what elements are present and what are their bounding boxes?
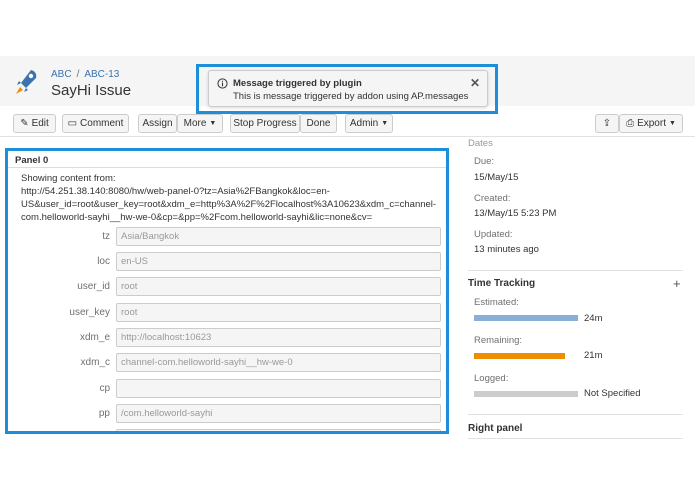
updated-label: Updated: (474, 229, 513, 240)
chevron-down-icon: ▼ (668, 120, 676, 127)
estimated-value: 24m (584, 313, 603, 324)
due-label: Due: (474, 156, 495, 167)
due-value: 15/May/15 (474, 172, 519, 183)
share-button[interactable]: ⇪ (595, 114, 619, 133)
export-icon: ⎙ (626, 118, 635, 129)
sidebar-divider (468, 438, 683, 439)
done-button[interactable]: Done (300, 114, 337, 133)
export-button[interactable]: ⎙ Export ▼ (619, 114, 683, 133)
admin-button[interactable]: Admin ▼ (345, 114, 393, 133)
content-line: US&user_id=root&user_key=root&xdm_e=http… (21, 199, 437, 210)
comment-button[interactable]: ▭ Comment (62, 114, 129, 133)
chevron-down-icon: ▼ (209, 120, 217, 127)
remaining-bar (474, 353, 565, 359)
param-row-lic: lic (8, 429, 446, 434)
breadcrumb-separator: / (76, 69, 80, 80)
web-panel-0: Panel 0 Showing content from: http://54.… (5, 148, 449, 434)
updated-value: 13 minutes ago (474, 244, 539, 255)
plus-icon[interactable]: + (673, 276, 681, 291)
param-label: loc (97, 256, 110, 267)
pp-input[interactable] (116, 404, 441, 423)
panel-divider (8, 167, 446, 168)
param-row-user-id: user_id (8, 277, 446, 296)
param-label: user_id (77, 281, 110, 292)
lic-input[interactable] (116, 429, 441, 431)
content-line: http://54.251.38.140:8080/hw/web-panel-0… (21, 186, 330, 197)
param-label: xdm_c (80, 357, 110, 368)
created-value: 13/May/15 5:23 PM (474, 208, 557, 219)
dates-heading: Dates (468, 138, 493, 149)
param-label: lic (101, 433, 110, 434)
assign-button[interactable]: Assign (138, 114, 177, 133)
param-row-tz: tz (8, 227, 446, 246)
time-tracking-heading: Time Tracking (468, 278, 536, 289)
param-row-user-key: user_key (8, 303, 446, 322)
loc-input[interactable] (116, 252, 441, 271)
project-avatar-icon[interactable] (13, 68, 39, 96)
user-key-input[interactable] (116, 303, 441, 322)
param-label: pp (98, 408, 110, 419)
issue-sidebar: Dates Due: 15/May/15 Created: 13/May/15 … (468, 134, 688, 494)
param-label: tz (102, 231, 110, 242)
breadcrumb-project-link[interactable]: ABC (51, 69, 72, 80)
created-label: Created: (474, 193, 511, 204)
param-label: xdm_e (79, 332, 110, 343)
sidebar-divider (468, 270, 683, 271)
user-id-input[interactable] (116, 277, 441, 296)
param-row-xdm-c: xdm_c (8, 353, 446, 372)
panel-title: Panel 0 (15, 155, 49, 166)
content-line: com.helloworld-sayhi__hw-we-0&cp=&pp=%2F… (21, 212, 373, 223)
right-panel-heading: Right panel (468, 423, 523, 434)
issue-toolbar: ✎ Edit ▭ Comment Assign More ▼ Stop Progres… (0, 114, 695, 134)
logged-label: Logged: (474, 373, 509, 384)
breadcrumb-issue-link[interactable]: ABC-13 (84, 69, 119, 80)
param-label: cp (99, 383, 110, 394)
xdm-c-input[interactable] (116, 353, 441, 372)
content-line: Showing content from: (21, 173, 116, 184)
remaining-value: 21m (584, 350, 603, 361)
cp-input[interactable] (116, 379, 441, 398)
flag-highlight-box (196, 64, 498, 114)
share-icon: ⇪ (602, 118, 612, 129)
more-button[interactable]: More ▼ (177, 114, 223, 133)
remaining-label: Remaining: (474, 335, 523, 346)
param-row-cp: cp (8, 379, 446, 398)
param-row-loc: loc (8, 252, 446, 271)
app-header (0, 0, 695, 56)
estimated-bar (474, 315, 578, 321)
comment-icon: ▭ (67, 118, 78, 129)
xdm-e-input[interactable] (116, 328, 441, 347)
pencil-icon: ✎ (20, 118, 29, 129)
param-row-pp: pp (8, 404, 446, 423)
edit-button[interactable]: ✎ Edit (13, 114, 56, 133)
issue-title: SayHi Issue (51, 82, 132, 99)
param-label: user_key (69, 307, 110, 318)
estimated-label: Estimated: (474, 297, 519, 308)
tz-input[interactable] (116, 227, 441, 246)
panel-content-text: Showing content from: http://54.251.38.1… (21, 172, 441, 224)
sidebar-divider (468, 414, 683, 415)
logged-value: Not Specified (584, 388, 641, 399)
param-row-xdm-e: xdm_e (8, 328, 446, 347)
chevron-down-icon: ▼ (381, 120, 389, 127)
stop-progress-button[interactable]: Stop Progress (230, 114, 300, 133)
logged-bar (474, 391, 578, 397)
breadcrumb: ABC / ABC-13 (51, 69, 119, 80)
